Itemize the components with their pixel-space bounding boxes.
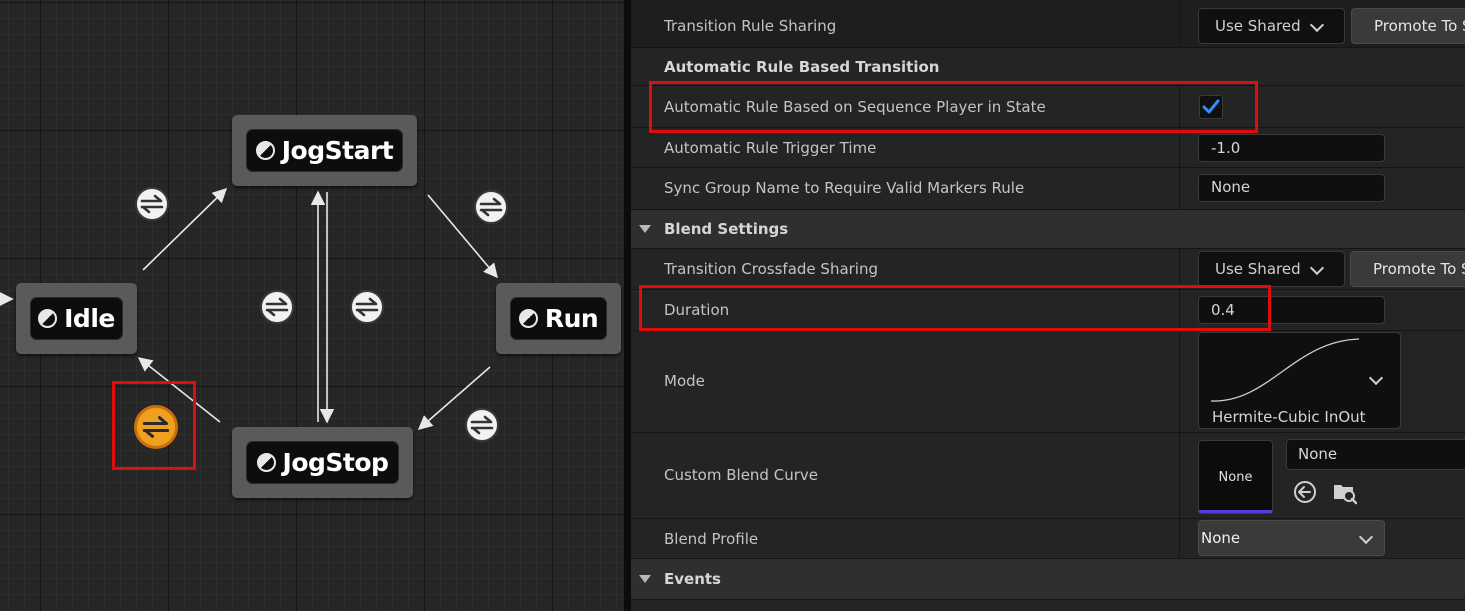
trigger-time-input[interactable]: -1.0: [1198, 134, 1385, 162]
promote-to-shared-button[interactable]: Promote To S: [1350, 251, 1465, 287]
state-node-jogstop[interactable]: JogStop: [232, 427, 413, 498]
row-label: Mode: [664, 372, 705, 390]
column-divider: [1179, 519, 1180, 558]
collapse-arrow-icon: [639, 575, 651, 583]
state-label: JogStop: [282, 448, 389, 477]
sync-group-name-input[interactable]: None: [1198, 174, 1385, 202]
row-transition-rule-sharing: Transition Rule Sharing Use Shared Promo…: [631, 0, 1465, 48]
column-divider: [1179, 128, 1180, 167]
blend-profile-combo[interactable]: None: [1198, 520, 1385, 556]
state-node-jogstart[interactable]: JogStart: [232, 115, 417, 186]
promote-to-shared-button[interactable]: Promote To S: [1351, 8, 1465, 44]
category-title: Blend Settings: [664, 220, 789, 238]
state-icon: [255, 141, 275, 160]
field-value: None: [1298, 445, 1338, 463]
thumbnail-label: None: [1218, 469, 1253, 485]
row-auto-rule-trigger-time: Automatic Rule Trigger Time -1.0: [631, 128, 1465, 168]
state-label: JogStart: [281, 136, 394, 165]
blend-mode-curve-dropdown[interactable]: Hermite-Cubic InOut: [1198, 332, 1401, 429]
state-icon: [256, 453, 276, 472]
row-label: Automatic Rule Trigger Time: [664, 139, 877, 157]
state-icon: [518, 309, 538, 328]
column-divider: [1179, 290, 1180, 330]
column-divider: [1179, 86, 1180, 127]
transition-icon-jogstart-jogstop[interactable]: [350, 290, 384, 324]
row-label: Sync Group Name to Require Valid Markers…: [664, 179, 1025, 197]
column-divider: [1179, 249, 1180, 289]
row-sync-group-name: Sync Group Name to Require Valid Markers…: [631, 168, 1465, 210]
transition-rule-sharing-combo[interactable]: Use Shared: [1198, 8, 1345, 44]
column-divider: [1179, 433, 1180, 518]
state-machine-graph[interactable]: JogStart Idle Run JogStop: [0, 0, 624, 611]
field-value: 0.4: [1211, 301, 1235, 319]
row-custom-blend-curve: Custom Blend Curve None None: [631, 433, 1465, 519]
auto-rule-checkbox[interactable]: [1199, 95, 1223, 119]
row-auto-rule-seq-player: Automatic Rule Based on Sequence Player …: [631, 86, 1465, 128]
transition-icon-jogstop-jogstart[interactable]: [260, 290, 294, 324]
row-mode: Mode Hermite-Cubic InOut: [631, 331, 1465, 433]
chevron-down-icon: [1358, 529, 1374, 545]
field-value: None: [1211, 178, 1251, 196]
asset-type-bar: [1199, 510, 1272, 513]
row-label: Automatic Rule Based on Sequence Player …: [664, 98, 1046, 116]
duration-input[interactable]: 0.4: [1198, 296, 1385, 324]
transition-icon-run-jogstop[interactable]: [465, 408, 499, 442]
row-crossfade-sharing: Transition Crossfade Sharing Use Shared …: [631, 249, 1465, 290]
row-events-category[interactable]: Events: [631, 559, 1465, 600]
state-label: Idle: [64, 304, 115, 333]
button-label: Promote To S: [1373, 260, 1465, 278]
combo-value: Use Shared: [1215, 260, 1301, 278]
transition-icon-jogstop-idle[interactable]: [134, 405, 178, 449]
details-panel: Transition Rule Sharing Use Shared Promo…: [631, 0, 1465, 611]
category-title: Events: [664, 570, 721, 588]
blend-mode-value: Hermite-Cubic InOut: [1212, 408, 1366, 426]
column-divider: [1179, 0, 1180, 47]
category-title: Automatic Rule Based Transition: [664, 58, 940, 76]
hermite-curve-graph: [1210, 338, 1360, 402]
panel-splitter[interactable]: [624, 0, 631, 611]
row-label: Transition Crossfade Sharing: [664, 260, 878, 278]
row-blend-profile: Blend Profile None: [631, 519, 1465, 559]
chevron-down-icon: [1309, 260, 1325, 276]
column-divider: [1179, 331, 1180, 432]
button-label: Promote To S: [1374, 17, 1465, 35]
state-node-idle[interactable]: Idle: [16, 283, 137, 354]
field-value: -1.0: [1211, 139, 1241, 157]
transition-icon-jogstart-run[interactable]: [474, 190, 508, 224]
row-label: Transition Rule Sharing: [664, 17, 837, 35]
row-label: Duration: [664, 301, 730, 319]
column-divider: [1179, 168, 1180, 209]
combo-value: None: [1201, 529, 1241, 547]
chevron-down-icon: [1309, 17, 1325, 33]
curve-asset-thumbnail[interactable]: None: [1198, 440, 1273, 514]
state-icon: [38, 309, 58, 328]
row-label: Blend Profile: [664, 530, 759, 548]
row-blend-settings-category[interactable]: Blend Settings: [631, 210, 1465, 249]
row-duration: Duration 0.4: [631, 290, 1465, 331]
crossfade-sharing-combo[interactable]: Use Shared: [1198, 251, 1345, 287]
combo-value: Use Shared: [1215, 17, 1301, 35]
use-selected-arrow-icon[interactable]: [1292, 479, 1318, 505]
browse-folder-icon[interactable]: [1331, 479, 1357, 505]
state-node-run[interactable]: Run: [496, 283, 621, 354]
row-label: Custom Blend Curve: [664, 466, 818, 484]
checkmark-icon: [1202, 99, 1220, 114]
curve-asset-picker[interactable]: None: [1286, 439, 1465, 470]
state-label: Run: [544, 304, 599, 333]
collapse-arrow-icon: [639, 225, 651, 233]
transition-icon-idle-jogstart[interactable]: [135, 187, 169, 221]
row-auto-rule-category: Automatic Rule Based Transition: [631, 48, 1465, 86]
